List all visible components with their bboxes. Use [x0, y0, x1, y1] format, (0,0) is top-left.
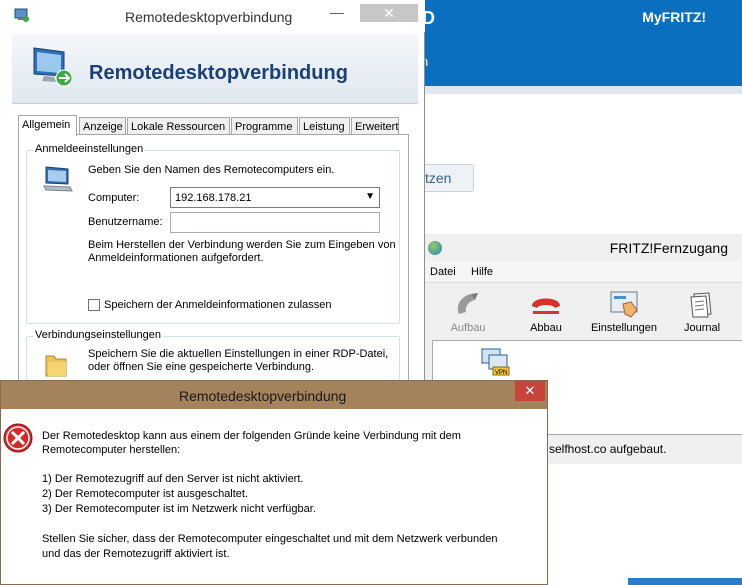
- error-icon: [3, 423, 33, 453]
- save-credentials-label[interactable]: Speichern der Anmeldeinformationen zulas…: [104, 299, 331, 311]
- connection-note-line2: oder öffnen Sie eine gespeicherte Verbin…: [88, 361, 315, 373]
- abbau-button[interactable]: Abbau: [506, 286, 586, 338]
- menu-hilfe[interactable]: Hilfe: [471, 266, 493, 278]
- folder-icon: [45, 355, 67, 377]
- save-credentials-checkbox[interactable]: [88, 299, 100, 311]
- tab-programme[interactable]: Programme: [231, 117, 298, 135]
- error-reason3: 3) Der Remotecomputer ist im Netzwerk ni…: [42, 503, 316, 515]
- computer-label: Computer:: [88, 192, 140, 204]
- error-advice1: Stellen Sie sicher, dass der Remotecompu…: [42, 533, 498, 545]
- rdp-window-title: Remotedesktopverbindung: [125, 9, 293, 25]
- journal-label: Journal: [683, 322, 721, 334]
- error-close-button[interactable]: ✕: [515, 381, 545, 401]
- rdp-main-window: Remotedesktopverbindung — ✕ Remotedeskto…: [0, 0, 425, 400]
- computer-value: 192.168.178.21: [175, 192, 252, 204]
- background-bottom-button[interactable]: [628, 578, 742, 585]
- connection-note-line1: Speichern Sie die aktuellen Einstellunge…: [88, 348, 389, 360]
- chevron-down-icon[interactable]: ▼: [365, 191, 375, 202]
- logon-settings-group: Anmeldeeinstellungen: [26, 143, 400, 324]
- aufbau-label: Aufbau: [450, 322, 486, 334]
- credential-note-line2: Anmeldeinformationen aufgefordert.: [88, 252, 264, 264]
- einstellungen-label: Einstellungen: [590, 322, 658, 334]
- fritz-window-title: FRITZ!Fernzugang: [609, 240, 728, 256]
- error-line2: Remotecomputer herstellen:: [42, 444, 181, 456]
- aufbau-button[interactable]: Aufbau: [428, 286, 508, 338]
- error-dialog-titlebar: Remotedesktopverbindung ✕: [1, 381, 547, 409]
- vpn-connection-icon[interactable]: VPN: [479, 347, 511, 377]
- error-reason2: 2) Der Remotecomputer ist ausgeschaltet.: [42, 488, 249, 500]
- rdp-titlebar: Remotedesktopverbindung — ✕: [0, 0, 425, 32]
- rdp-close-button[interactable]: ✕: [360, 4, 418, 22]
- logon-group-caption: Anmeldeeinstellungen: [33, 143, 146, 155]
- tab-lokale-ressourcen[interactable]: Lokale Ressourcen: [127, 117, 230, 135]
- hangup-phone-icon: [532, 298, 560, 314]
- minimize-button[interactable]: —: [322, 4, 352, 22]
- logon-hint: Geben Sie den Namen des Remotecomputers …: [88, 164, 335, 176]
- rdp-banner-title: Remotedesktopverbindung: [89, 62, 348, 84]
- rdp-app-icon: [14, 8, 29, 22]
- abbau-label: Abbau: [530, 322, 562, 334]
- computer-icon: [43, 166, 73, 192]
- error-advice2: und das der Remotezugriff aktiviert ist.: [42, 548, 230, 560]
- username-input[interactable]: [170, 212, 380, 233]
- tab-allgemein[interactable]: Allgemein: [18, 115, 77, 136]
- error-reason1: 1) Der Remotezugriff auf den Server ist …: [42, 473, 304, 485]
- fritz-menu-bar: Datei Hilfe: [424, 261, 742, 283]
- error-dialog: Remotedesktopverbindung ✕ Der Remotedesk…: [0, 380, 548, 585]
- error-dialog-title: Remotedesktopverbindung: [179, 388, 347, 404]
- background-button-label: tzen: [425, 170, 452, 186]
- globe-icon: [428, 241, 442, 255]
- rdp-banner: Remotedesktopverbindung: [12, 34, 418, 104]
- remote-computer-icon: [33, 47, 73, 87]
- tab-erweitert[interactable]: Erweitert: [351, 117, 399, 135]
- connect-handset-icon: [457, 293, 478, 314]
- einstellungen-button[interactable]: Einstellungen: [584, 286, 664, 338]
- background-button[interactable]: tzen: [418, 164, 474, 192]
- journal-icon: [690, 292, 712, 318]
- settings-hand-icon: [610, 291, 638, 318]
- connection-group-caption: Verbindungseinstellungen: [33, 329, 163, 341]
- myfritz-brand[interactable]: MyFRITZ!: [642, 9, 706, 25]
- tab-anzeige[interactable]: Anzeige: [79, 117, 126, 135]
- error-line1: Der Remotedesktop kann aus einem der fol…: [42, 430, 461, 442]
- connection-status-text: selfhost.co aufgebaut.: [549, 442, 667, 456]
- vpn-badge-text: VPN: [495, 370, 507, 376]
- credential-note-line1: Beim Herstellen der Verbindung werden Si…: [88, 239, 396, 251]
- username-label: Benutzername:: [88, 216, 163, 228]
- menu-datei[interactable]: Datei: [430, 266, 456, 278]
- computer-combobox[interactable]: 192.168.178.21 ▼: [170, 187, 380, 208]
- tab-leistung[interactable]: Leistung: [299, 117, 350, 135]
- journal-button[interactable]: Journal: [662, 286, 742, 338]
